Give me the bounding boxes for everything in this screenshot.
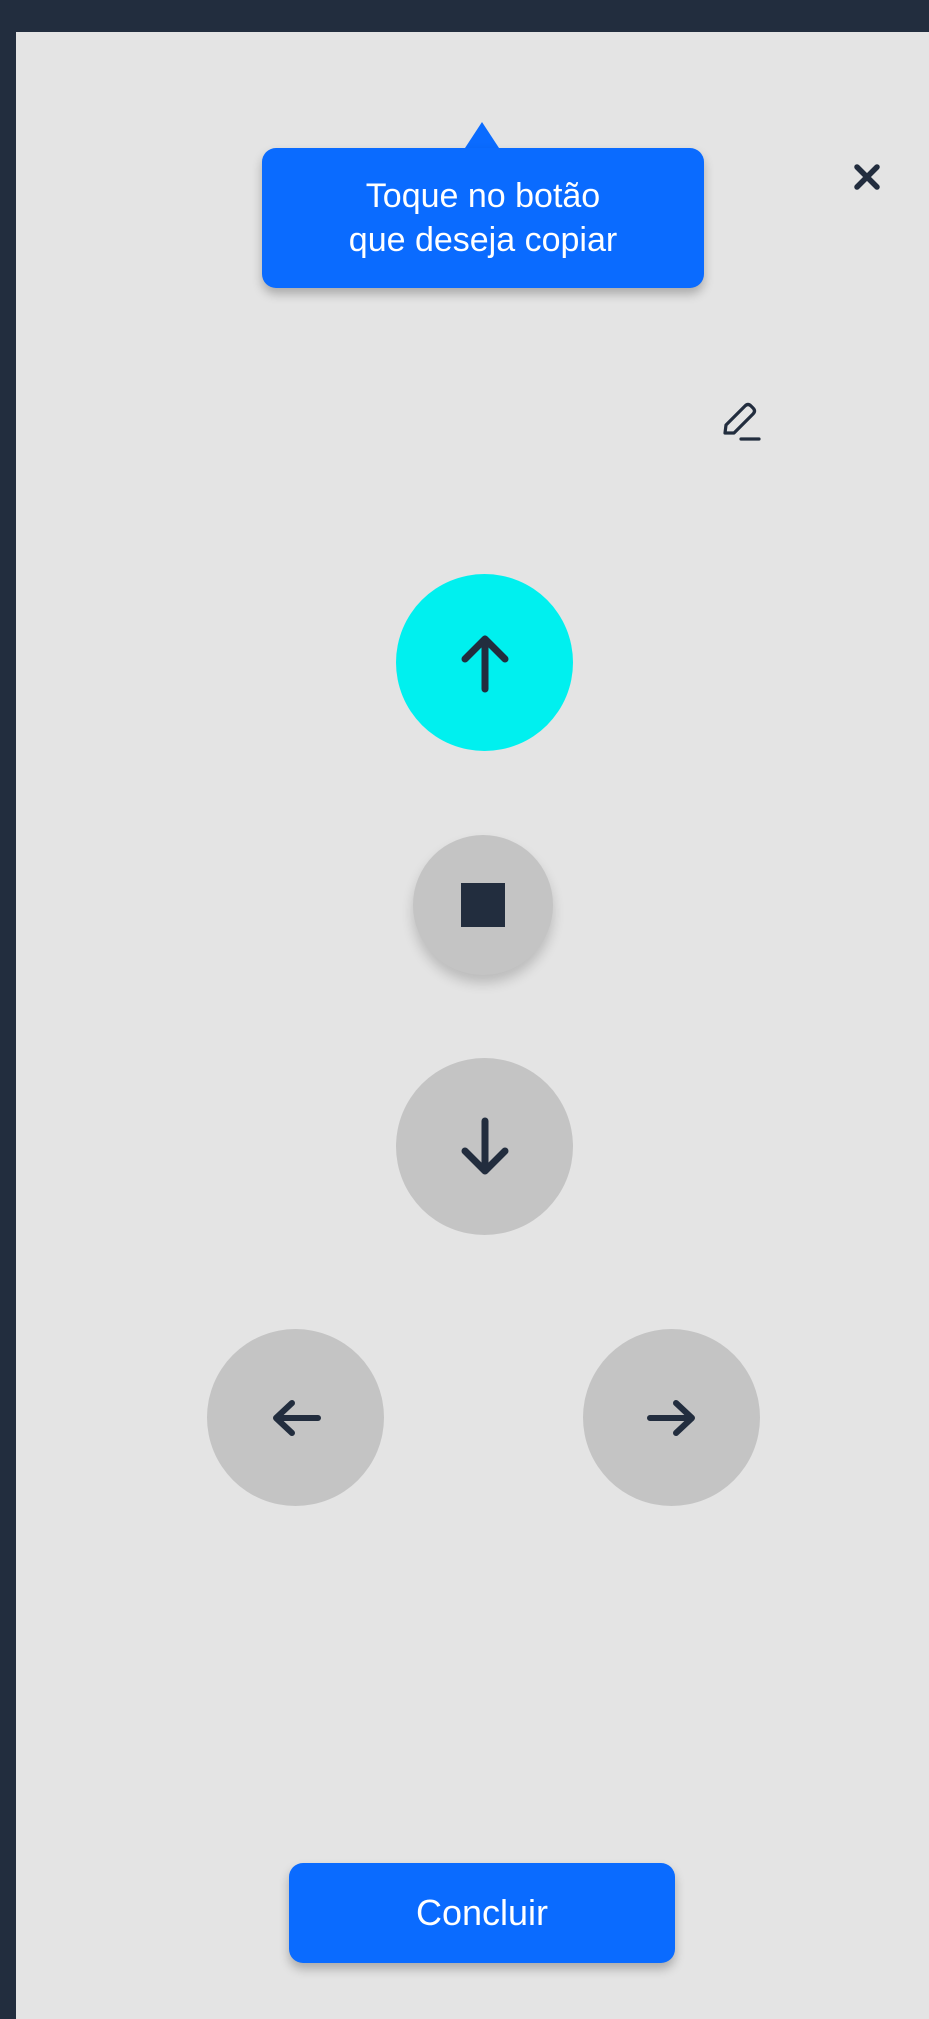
done-button[interactable]: Concluir [289,1863,675,1963]
close-button[interactable] [840,150,894,204]
left-control-button[interactable] [207,1329,384,1506]
arrow-up-icon [461,635,508,692]
arrow-left-icon [272,1399,321,1436]
stop-control-button[interactable] [413,835,553,975]
edit-button[interactable] [710,390,770,450]
tooltip-pointer [465,122,499,148]
arrow-right-icon [646,1399,695,1436]
down-control-button[interactable] [396,1058,573,1235]
right-control-button[interactable] [583,1329,760,1506]
tooltip-line-1: Toque no botão [365,177,601,215]
arrow-down-icon [461,1117,508,1174]
tooltip-line-2: que deseja copiar [348,221,618,259]
close-icon [854,164,880,190]
instruction-tooltip: Toque no botão que deseja copiar [262,148,704,288]
stop-icon [461,883,505,927]
control-panel [16,32,929,2019]
pencil-icon [723,402,761,441]
up-control-button[interactable] [396,574,573,751]
